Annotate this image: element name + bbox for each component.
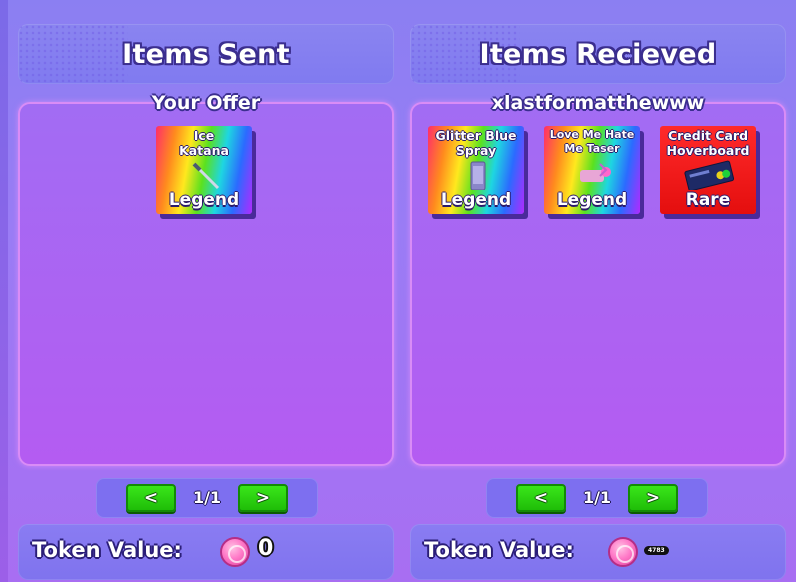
- item-name: Credit Card Hoverboard: [666, 128, 750, 158]
- side-strip: [0, 0, 8, 582]
- prev-page-button[interactable]: <: [516, 484, 566, 512]
- spray-can-icon: [470, 161, 486, 190]
- taser-icon: [580, 163, 611, 182]
- left-pager: < 1/1 >: [96, 478, 318, 518]
- prev-page-button[interactable]: <: [126, 484, 176, 512]
- token-coin-icon: [608, 537, 638, 567]
- trade-partner-name: xlastformatthewww: [491, 92, 705, 114]
- next-page-button[interactable]: >: [628, 484, 678, 512]
- next-page-button[interactable]: >: [238, 484, 288, 512]
- right-pager: < 1/1 >: [486, 478, 708, 518]
- item-card-ice-katana[interactable]: Ice Katana Legend: [156, 126, 252, 214]
- token-value-amount: 4783: [644, 546, 669, 555]
- credit-card-icon: [684, 160, 735, 190]
- item-card-glitter-blue-spray[interactable]: Glitter Blue Spray Legend: [428, 126, 524, 214]
- token-value-amount: 0: [258, 536, 274, 561]
- item-rarity: Legend: [440, 190, 512, 210]
- items-received-column: Items Recieved xlastformatthewww Glitter…: [410, 0, 786, 582]
- page-indicator: 1/1: [192, 488, 222, 507]
- item-card-credit-card-hoverboard[interactable]: Credit Card Hoverboard Rare: [660, 126, 756, 214]
- item-card-love-me-hate-me-taser[interactable]: Love Me Hate Me Taser Legend: [544, 126, 640, 214]
- left-token-bar: Token Value: 0: [18, 524, 394, 580]
- page-indicator: 1/1: [582, 488, 612, 507]
- their-offer-panel: xlastformatthewww Glitter Blue Spray Leg…: [410, 92, 786, 466]
- item-name: Love Me Hate Me Taser: [549, 128, 635, 155]
- items-sent-header: Items Sent: [18, 24, 394, 84]
- token-coin-icon: [220, 537, 250, 567]
- item-name: Ice Katana: [179, 128, 229, 158]
- item-rarity: Rare: [685, 190, 731, 210]
- token-value-label: Token Value:: [32, 538, 182, 562]
- katana-icon: [192, 162, 220, 190]
- items-received-header: Items Recieved: [410, 24, 786, 84]
- token-value-label: Token Value:: [424, 538, 574, 562]
- items-received-title: Items Recieved: [479, 38, 717, 70]
- items-sent-title: Items Sent: [122, 38, 290, 70]
- item-name: Glitter Blue Spray: [435, 128, 517, 158]
- items-sent-column: Items Sent Your Offer Ice Katana Legend …: [18, 0, 394, 582]
- right-token-bar: Token Value: 4783: [410, 524, 786, 580]
- dot-pattern: [18, 24, 128, 84]
- your-offer-title: Your Offer: [151, 92, 261, 114]
- item-rarity: Legend: [556, 190, 628, 210]
- item-rarity: Legend: [168, 190, 240, 210]
- your-offer-panel: Your Offer Ice Katana Legend: [18, 92, 394, 466]
